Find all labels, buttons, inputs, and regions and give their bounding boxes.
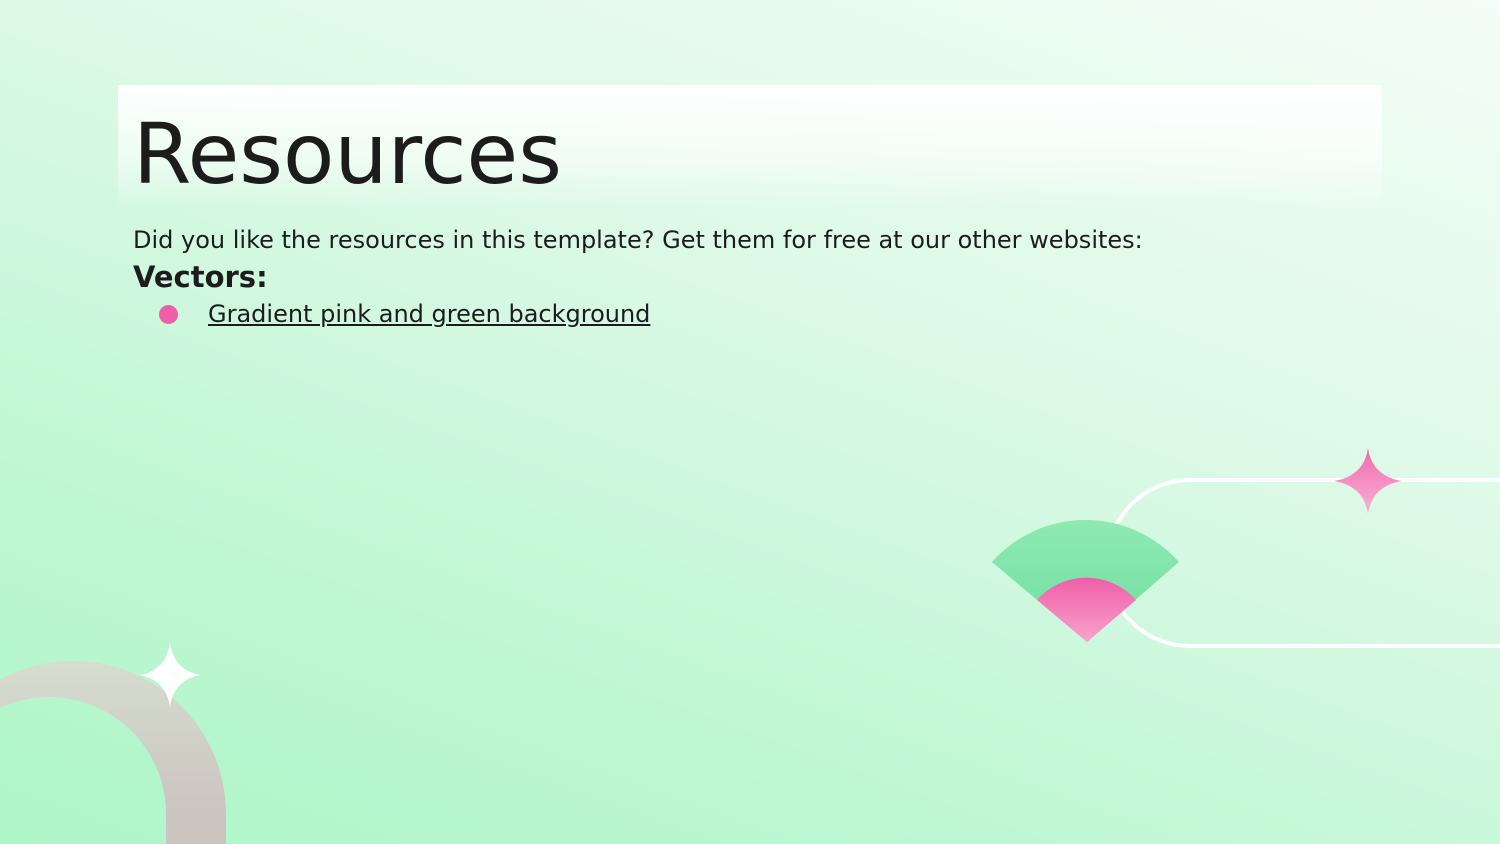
ring-shape bbox=[0, 661, 226, 814]
ring-shape-lower bbox=[166, 814, 226, 844]
section-heading: Vectors: bbox=[133, 260, 268, 294]
resource-link[interactable]: Gradient pink and green background bbox=[208, 299, 650, 329]
page-title: Resources bbox=[133, 105, 562, 203]
intro-text: Did you like the resources in this templ… bbox=[133, 226, 1143, 254]
sparkle-pink-icon bbox=[1334, 448, 1402, 514]
bullet-dot-icon bbox=[159, 305, 178, 324]
slide: Resources Did you like the resources in … bbox=[0, 0, 1500, 844]
